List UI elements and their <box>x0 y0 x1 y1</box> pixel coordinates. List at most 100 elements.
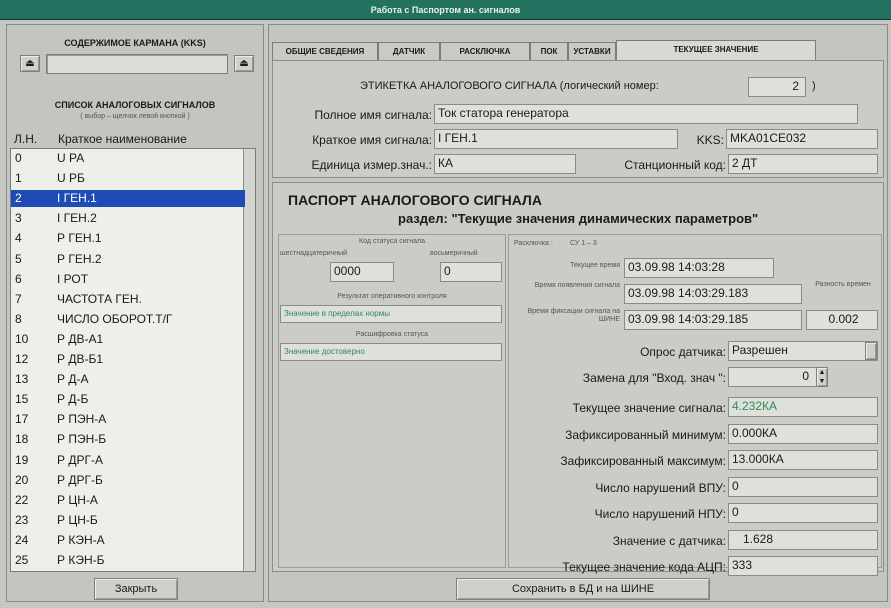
list-item-number: 24 <box>15 532 29 547</box>
passport-title: ПАСПОРТ АНАЛОГОВОГО СИГНАЛА <box>288 192 542 208</box>
list-item[interactable]: 13 Р Д-А <box>11 371 245 388</box>
list-item-number: 22 <box>15 492 29 507</box>
rasklyuchka-value: СУ 1 – 3 <box>570 240 597 247</box>
list-item[interactable]: 15 Р Д-Б <box>11 391 245 408</box>
oct-label: восьмеричный <box>430 250 478 257</box>
list-item[interactable]: 23 Р ЦН-Б <box>11 512 245 529</box>
op-control-field: Значение в пределах нормы <box>280 305 502 323</box>
close-button[interactable]: Закрыть <box>94 578 178 600</box>
min-label: Зафиксированный минимум: <box>565 427 726 442</box>
full-name-field: Ток статора генератора <box>434 104 858 124</box>
list-item-number: 17 <box>15 412 29 427</box>
list-title: СПИСОК АНАЛОГОВЫХ СИГНАЛОВ <box>54 100 216 110</box>
list-item-name: Р ДРГ-А <box>57 452 103 467</box>
col-name-header: Краткое наименование <box>58 132 187 146</box>
signal-list[interactable]: 0 U РА 1 U РБ 2 I ГЕН.1 3 I ГЕН.2 4 Р ГЕН.1 5 Р ГЕН… <box>10 148 256 572</box>
cur-value-field: 4.232КА <box>728 397 878 417</box>
list-item[interactable]: 17 Р ПЭН-А <box>11 411 245 428</box>
poll-label: Опрос датчика: <box>640 345 726 359</box>
short-name-label: Краткое имя сигнала: <box>312 133 432 147</box>
list-item-name: Р ДВ-А1 <box>57 331 104 346</box>
list-hint: ( выбор – щелчок левой кнопкой ) <box>80 113 190 120</box>
list-item-name: Р ЦН-Б <box>57 512 98 527</box>
list-item-number: 0 <box>15 151 22 165</box>
fix-time-field: 03.09.98 14:03:29.185 <box>624 310 802 330</box>
appear-time-label: Время появления сигнала <box>534 282 620 289</box>
list-item[interactable]: 24 Р КЭН-А <box>11 532 245 549</box>
list-item[interactable]: 7 ЧАСТОТА ГЕН. <box>11 291 245 308</box>
list-item-name: I ГЕН.2 <box>57 211 97 226</box>
adc-value-field: 333 <box>728 556 878 576</box>
op-control-label: Результат оперативного контроля <box>337 293 447 300</box>
list-item[interactable]: 0 U РА <box>11 150 245 167</box>
list-item-number: 10 <box>15 331 29 346</box>
list-item-number: 19 <box>15 452 29 467</box>
list-item[interactable]: 18 Р ПЭН-Б <box>11 431 245 448</box>
replace-field[interactable]: 0 <box>728 367 828 387</box>
col-num-header: Л.Н. <box>14 132 38 146</box>
tab-5[interactable]: УСТАВКИ <box>568 42 616 60</box>
list-item-number: 18 <box>15 432 29 447</box>
list-item[interactable]: 4 Р ГЕН.1 <box>11 230 245 247</box>
list-item[interactable]: 19 Р ДРГ-А <box>11 452 245 469</box>
logical-number-field: 2 <box>748 77 806 97</box>
list-item-name: Р ГЕН.2 <box>57 251 102 266</box>
label-heading: ЭТИКЕТКА АНАЛОГОВОГО СИГНАЛА (логический… <box>360 80 659 92</box>
list-item[interactable]: 20 Р ДРГ-Б <box>11 472 245 489</box>
list-item[interactable]: 8 ЧИСЛО ОБОРОТ.Т/Г <box>11 311 245 328</box>
current-time-field: 03.09.98 14:03:28 <box>624 258 774 278</box>
list-item[interactable]: 22 Р ЦН-А <box>11 492 245 509</box>
list-item-name: I РОТ <box>57 271 89 286</box>
tab-6[interactable]: ТЕКУЩЕЕ ЗНАЧЕНИЕ <box>616 40 816 60</box>
list-item-name: Р КЭН-А <box>57 532 105 547</box>
list-item[interactable]: 1 U РБ <box>11 170 245 187</box>
list-item-number: 2 <box>15 191 22 206</box>
list-item-name: U РА <box>57 151 85 165</box>
fix-time-label: Время фиксации сигнала на ШИНЕ <box>527 308 620 323</box>
list-item-number: 13 <box>15 372 29 387</box>
list-item-number: 3 <box>15 211 22 226</box>
list-item[interactable]: 10 Р ДВ-А1 <box>11 331 245 348</box>
tab-2[interactable]: ДАТЧИК <box>378 42 440 60</box>
min-value-field: 0.000КА <box>728 423 878 444</box>
list-item[interactable]: 2 I ГЕН.1 <box>11 190 245 208</box>
station-code-label: Станционный код: <box>624 158 726 172</box>
hex-label: шестнадцатеричный <box>280 250 348 257</box>
kks-field: MKA01CE032 <box>726 129 878 149</box>
diff-field: 0.002 <box>806 310 878 330</box>
dropdown-icon[interactable] <box>865 342 877 360</box>
list-item[interactable]: 12 Р ДВ-Б1 <box>11 351 245 368</box>
list-item-name: ЧИСЛО ОБОРОТ.Т/Г <box>57 311 173 326</box>
list-item[interactable]: 5 Р ГЕН.2 <box>11 251 245 268</box>
list-item-name: Р ПЭН-А <box>57 412 107 427</box>
list-item-number: 5 <box>15 251 22 266</box>
diff-label: Разность времен <box>815 281 871 288</box>
list-item-number: 4 <box>15 231 22 246</box>
tab-4[interactable]: ПОК <box>530 42 568 60</box>
list-item-name: Р Д-Б <box>57 392 89 407</box>
pocket-field[interactable] <box>46 54 228 74</box>
list-item-number: 15 <box>15 392 29 407</box>
list-item-name: I ГЕН.1 <box>57 191 97 206</box>
poll-value: Разрешен <box>732 343 788 357</box>
spinner-icon[interactable]: ▲ ▼ <box>816 367 828 387</box>
list-item[interactable]: 6 I РОТ <box>11 271 245 288</box>
short-name-field: I ГЕН.1 <box>434 129 678 149</box>
list-item-number: 25 <box>15 553 29 567</box>
list-item[interactable]: 25 Р КЭН-Б <box>11 552 245 569</box>
appear-time-field: 03.09.98 14:03:29.183 <box>624 284 802 304</box>
pocket-unload-button[interactable]: ⏏ <box>234 55 254 72</box>
poll-select[interactable]: Разрешен <box>728 341 878 361</box>
list-item[interactable]: 3 I ГЕН.2 <box>11 210 245 227</box>
pocket-title: СОДЕРЖИМОЕ КАРМАНА (KKS) <box>64 38 206 48</box>
tab-1[interactable]: ОБЩИЕ СВЕДЕНИЯ <box>272 42 378 60</box>
pocket-load-button[interactable]: ⏏ <box>20 55 40 72</box>
tab-3[interactable]: РАСКЛЮЧКА <box>440 42 530 60</box>
unit-label: Единица измер.знач.: <box>311 158 432 172</box>
list-item-name: Р КЭН-Б <box>57 553 105 567</box>
passport-subtitle: раздел: "Текущие значения динамических п… <box>398 211 759 226</box>
rasklyuchka-label: Расключка : <box>514 240 553 247</box>
label-close-paren: ) <box>812 80 816 92</box>
save-button[interactable]: Сохранить в БД и на ШИНЕ <box>456 578 710 600</box>
status-column <box>278 234 506 568</box>
